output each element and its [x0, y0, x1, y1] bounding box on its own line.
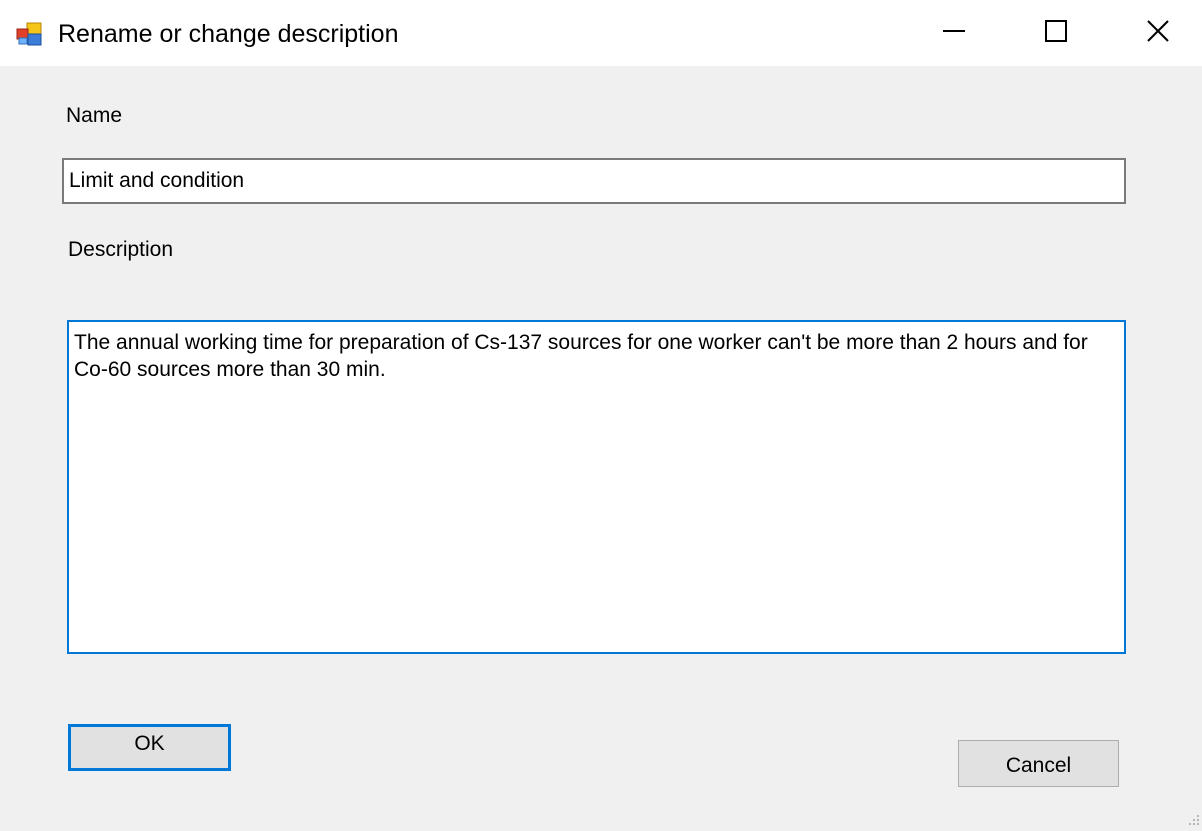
minimize-button[interactable]: [904, 0, 1004, 66]
ok-button[interactable]: OK: [68, 724, 231, 771]
title-bar[interactable]: Rename or change description: [0, 0, 1202, 66]
name-label: Name: [66, 104, 123, 127]
maximize-icon: [1045, 19, 1067, 47]
app-window-icon: [16, 22, 42, 46]
description-field[interactable]: The annual working time for preparation …: [67, 320, 1126, 654]
window-title: Rename or change description: [58, 20, 399, 48]
maximize-button[interactable]: [1006, 0, 1106, 66]
close-button[interactable]: [1108, 0, 1202, 66]
close-icon: [1147, 19, 1169, 47]
resize-grip-icon[interactable]: [1186, 812, 1200, 826]
cancel-button[interactable]: Cancel: [958, 740, 1119, 787]
minimize-icon: [943, 20, 965, 47]
name-field[interactable]: [62, 158, 1126, 204]
description-label: Description: [68, 238, 174, 261]
